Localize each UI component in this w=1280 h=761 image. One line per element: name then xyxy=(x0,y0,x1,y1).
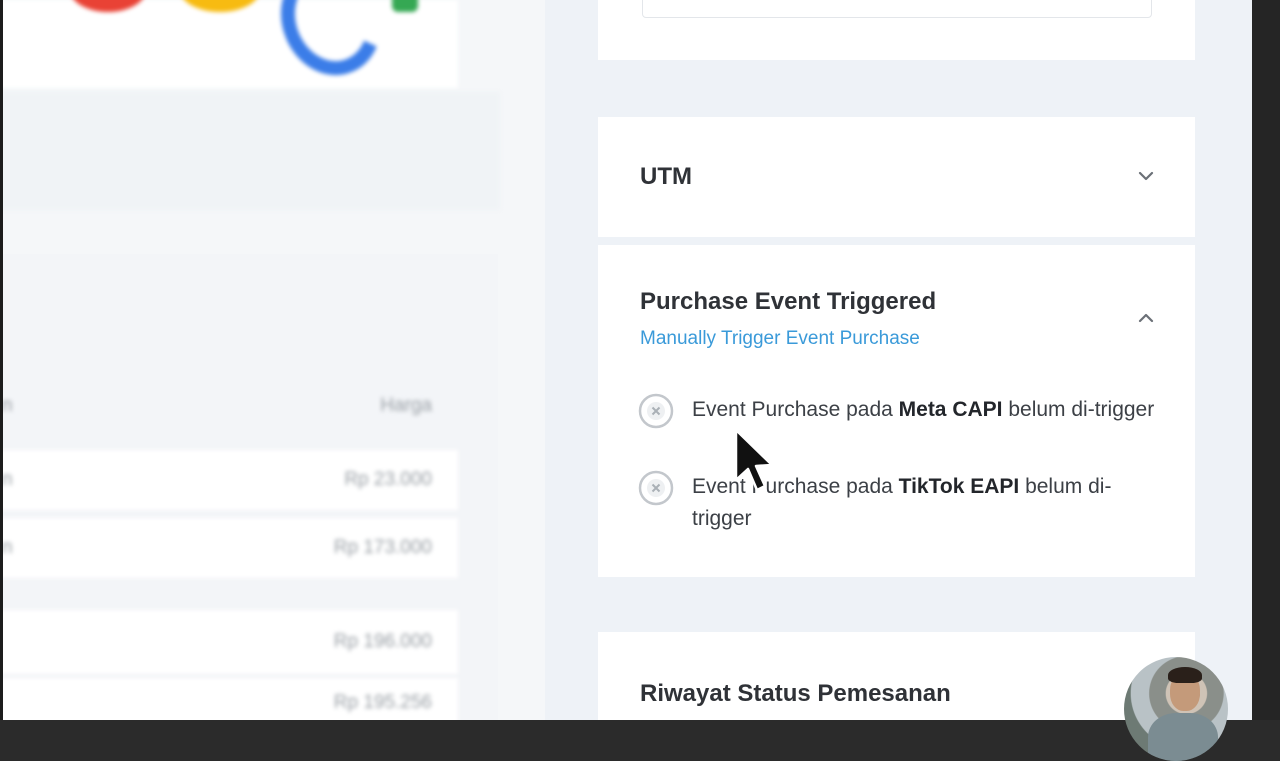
avatar xyxy=(1124,657,1228,761)
window-edge xyxy=(0,0,3,720)
table-cell-price: Rp 195.256 xyxy=(333,692,432,713)
table-cell-item: n xyxy=(2,537,13,558)
event-suffix: belum di-trigger xyxy=(1002,398,1155,421)
top-input-field[interactable] xyxy=(642,0,1152,18)
table-header-price: Harga xyxy=(380,395,432,416)
table-cell-price: Rp 173.000 xyxy=(333,537,432,558)
window-frame xyxy=(1252,0,1280,720)
table-cell-price: Rp 196.000 xyxy=(333,631,432,652)
order-status-history-title: Riwayat Status Pemesanan xyxy=(640,680,951,707)
table-header-item: n xyxy=(2,395,13,416)
event-prefix: Event Purchase pada xyxy=(692,475,899,498)
logo-yellow-shape xyxy=(180,0,260,12)
table-row: n Rp 173.000 xyxy=(0,518,458,578)
table-cell-price: Rp 23.000 xyxy=(344,469,432,490)
mouse-cursor-icon xyxy=(734,428,778,494)
page: n Harga n Rp 23.000 n Rp 173.000 Rp 196.… xyxy=(0,0,1252,720)
event-prefix: Event Purchase pada xyxy=(692,398,899,421)
purchase-event-title: Purchase Event Triggered xyxy=(640,288,937,315)
top-card xyxy=(598,0,1195,60)
event-status-text: Event Purchase pada Meta CAPI belum di-t… xyxy=(692,394,1162,426)
logo-red-shape xyxy=(70,0,146,12)
manually-trigger-link[interactable]: Manually Trigger Event Purchase xyxy=(640,328,920,350)
x-circle-icon xyxy=(638,470,674,506)
purchase-event-accordion: Purchase Event Triggered Manually Trigge… xyxy=(598,245,1195,577)
table-row: Rp 195.256 xyxy=(0,678,458,720)
chevron-down-icon[interactable] xyxy=(1137,167,1155,185)
info-block xyxy=(0,92,500,210)
left-column: n Harga n Rp 23.000 n Rp 173.000 Rp 196.… xyxy=(0,0,545,720)
table-row: n Rp 23.000 xyxy=(0,450,458,510)
utm-title: UTM xyxy=(640,163,692,190)
logo-card xyxy=(0,0,458,90)
x-circle-icon xyxy=(638,393,674,429)
event-status-tiktok: Event Purchase pada TikTok EAPI belum di… xyxy=(638,470,1158,540)
logo-green-shape xyxy=(392,0,418,12)
event-platform: TikTok EAPI xyxy=(898,475,1020,498)
avatar-hair xyxy=(1168,667,1202,683)
event-platform: Meta CAPI xyxy=(898,398,1003,421)
event-status-meta: Event Purchase pada Meta CAPI belum di-t… xyxy=(638,393,1158,463)
table-cell-item: n xyxy=(2,469,13,490)
chevron-up-icon[interactable] xyxy=(1137,309,1155,327)
utm-accordion[interactable]: UTM xyxy=(598,117,1195,237)
order-table-header: n Harga xyxy=(0,395,458,417)
avatar-shirt xyxy=(1148,713,1218,761)
logo-blue-shape xyxy=(265,0,397,90)
table-row: Rp 196.000 xyxy=(0,610,458,674)
order-status-history-card: Riwayat Status Pemesanan xyxy=(598,632,1195,720)
